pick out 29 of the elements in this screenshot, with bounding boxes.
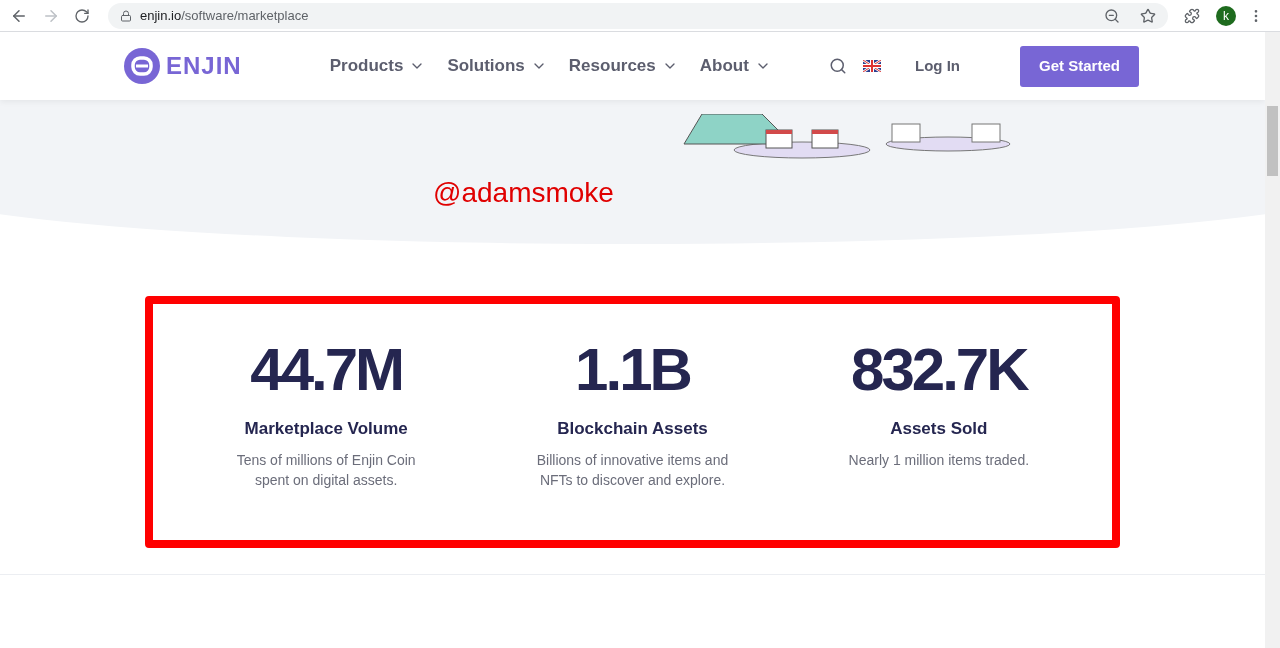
nav-menu-item[interactable]: Solutions — [447, 53, 547, 79]
logo-text[interactable]: ENJIN — [166, 48, 242, 84]
stat-value: 44.7M — [250, 335, 403, 405]
stat-title: Marketplace Volume — [244, 418, 408, 440]
stat-value: 832.7K — [851, 335, 1027, 405]
stat-title: Blockchain Assets — [557, 418, 708, 440]
login-link[interactable]: Log In — [915, 54, 960, 78]
nav-menu-item[interactable]: About — [699, 53, 771, 79]
bookmark-star-icon[interactable] — [1140, 7, 1156, 24]
stat-description: Nearly 1 million items traded. — [847, 450, 1031, 470]
reload-icon[interactable] — [74, 7, 90, 24]
lock-icon — [120, 9, 132, 22]
address-bar[interactable]: enjin.io/software/marketplace — [108, 2, 1168, 29]
flag-icon[interactable] — [863, 60, 881, 72]
get-started-button[interactable]: Get Started — [1020, 45, 1139, 87]
search-icon[interactable] — [829, 57, 847, 75]
stat-value: 1.1B — [575, 335, 690, 405]
annotation-text: @adamsmoke — [433, 176, 614, 210]
zoom-icon[interactable] — [1104, 7, 1120, 24]
stat-description: Tens of millions of Enjin Coin spent on digital assets. — [235, 450, 417, 490]
stat-title: Assets Sold — [890, 418, 988, 440]
logo-icon — [124, 48, 160, 84]
nav-menu-item[interactable]: Products — [329, 53, 426, 79]
extensions-icon[interactable] — [1184, 7, 1200, 24]
nav-menu-item[interactable]: Resources — [568, 53, 678, 79]
stat-description: Billions of innovative items and NFTs to discover and explore. — [535, 450, 730, 490]
url-text: enjin.io/software/marketplace — [140, 6, 309, 25]
scrollbar-thumb[interactable] — [1267, 106, 1278, 176]
profile-avatar[interactable]: k — [1216, 5, 1236, 26]
